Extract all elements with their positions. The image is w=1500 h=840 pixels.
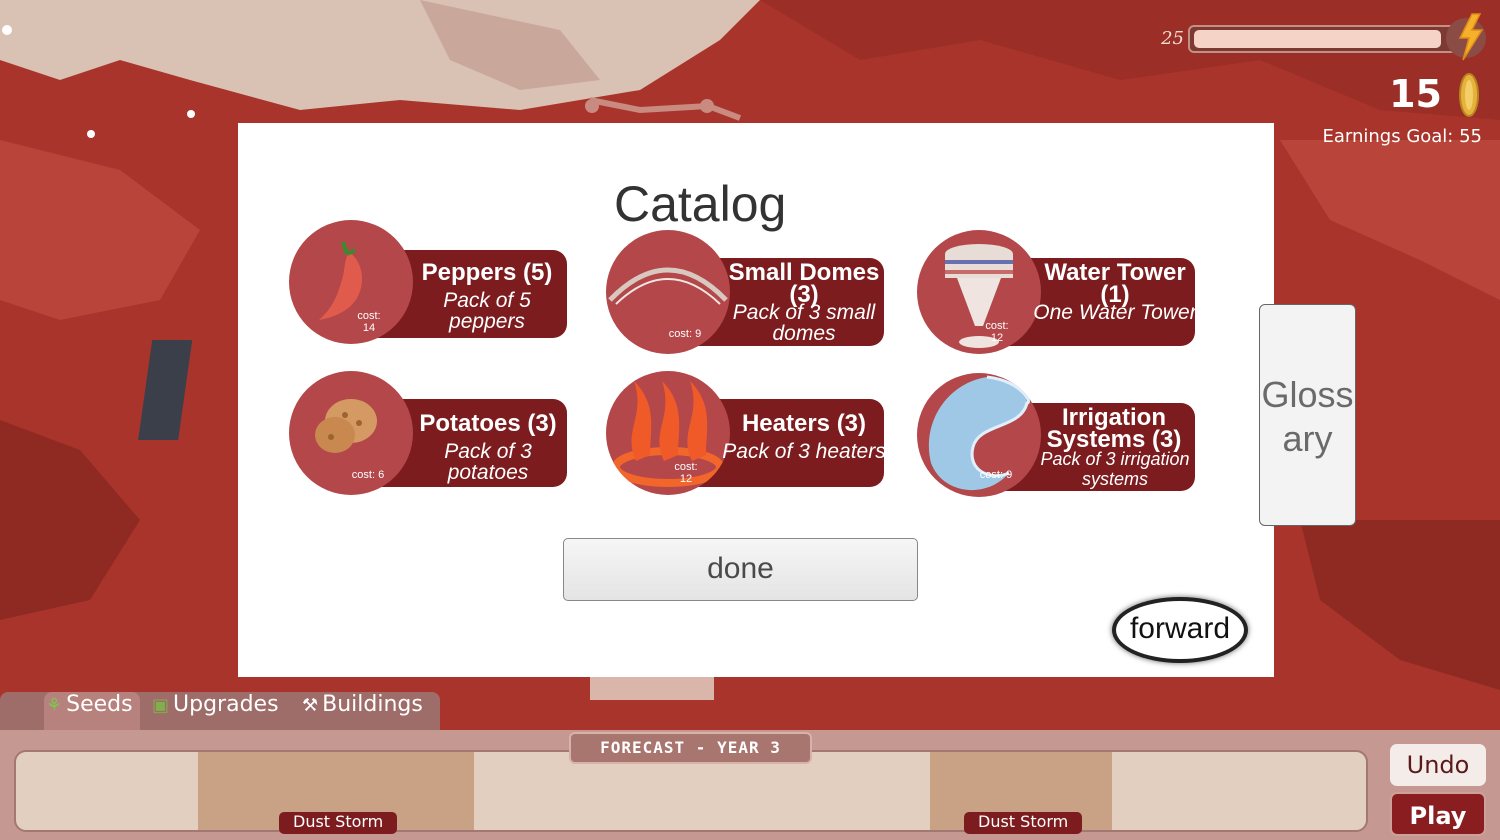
item-name: Peppers (5) <box>421 259 553 286</box>
coin-icon <box>1459 73 1479 117</box>
catalog-item-small-domes[interactable]: cost: 9 Small Domes (3) Pack of 3 small … <box>606 230 896 354</box>
item-description: Pack of 3 small domes <box>732 301 876 345</box>
lightning-icon <box>1446 13 1486 61</box>
energy-bar <box>1188 25 1468 53</box>
item-description: Pack of 5 peppers <box>443 289 531 333</box>
item-description: Pack of 3 irrigation systems <box>1040 449 1190 489</box>
hammer-pick-icon: ⚒ <box>302 695 319 716</box>
item-name: Irrigation Systems (3) <box>1046 404 1182 453</box>
done-button[interactable]: done <box>563 538 918 601</box>
item-name: Heaters (3) <box>741 410 867 437</box>
catalog-item-peppers[interactable]: cost: 14 Peppers (5) Pack of 5 peppers <box>289 220 579 344</box>
item-circle: cost: 6 <box>289 371 413 495</box>
forward-button[interactable]: forward <box>1112 597 1248 663</box>
catalog-item-potatoes[interactable]: cost: 6 Potatoes (3) Pack of 3 potatoes <box>289 371 579 495</box>
item-cost: cost: 9 <box>668 328 702 340</box>
item-name: Potatoes (3) <box>419 410 557 437</box>
item-cost: cost: 9 <box>979 469 1013 481</box>
item-cost: cost: 12 <box>985 320 1009 344</box>
forecast-label: FORECAST - YEAR 3 <box>569 732 812 764</box>
item-cost: cost: 6 <box>351 469 385 481</box>
item-description: One Water Tower <box>1033 301 1197 324</box>
item-description: Pack of 3 heaters <box>722 440 886 463</box>
tab-upgrades[interactable]: ▣ Upgrades <box>152 692 288 730</box>
tab-label: Seeds <box>66 692 133 717</box>
play-button[interactable]: Play <box>1390 792 1486 836</box>
sprout-icon: ⚘ <box>46 695 63 716</box>
coin-count: 15 <box>1389 72 1442 116</box>
earnings-goal: Earnings Goal: 55 <box>1322 126 1482 147</box>
undo-button[interactable]: Undo <box>1390 744 1486 786</box>
glossary-button[interactable]: Gloss ary <box>1259 304 1356 526</box>
item-circle: cost: 9 <box>606 230 730 354</box>
catalog-item-water-tower[interactable]: cost: 12 Water Tower (1) One Water Tower <box>917 230 1207 354</box>
item-name: Small Domes (3) <box>728 259 880 308</box>
item-circle: cost: 12 <box>917 230 1041 354</box>
item-circle: cost: 9 <box>917 373 1041 497</box>
catalog-item-heaters[interactable]: cost: 12 Heaters (3) Pack of 3 heaters <box>606 371 896 495</box>
item-cost: cost: 14 <box>357 310 381 334</box>
energy-value: 25 <box>1161 28 1184 49</box>
upgrade-box-icon: ▣ <box>152 695 170 716</box>
dust-storm-label: Dust Storm <box>279 812 398 834</box>
item-cost: cost: 12 <box>674 461 698 485</box>
item-circle: cost: 12 <box>606 371 730 495</box>
catalog-item-irrigation-systems[interactable]: cost: 9 Irrigation Systems (3) Pack of 3… <box>917 373 1207 497</box>
tab-seeds[interactable]: ⚘ Seeds <box>44 692 140 730</box>
catalog-title: Catalog <box>614 176 787 232</box>
tab-label: Buildings <box>322 692 423 717</box>
tab-label: Upgrades <box>173 692 279 717</box>
item-name: Water Tower (1) <box>1044 259 1186 308</box>
inventory-tabs: ⚘ Seeds ▣ Upgrades ⚒ Buildings <box>0 692 440 730</box>
catalog-modal: Catalog cost: 14 Peppers (5) Pack of 5 p… <box>238 123 1274 677</box>
tab-buildings[interactable]: ⚒ Buildings <box>302 692 438 730</box>
item-circle: cost: 14 <box>289 220 413 344</box>
dust-storm-label: Dust Storm <box>964 812 1083 834</box>
item-description: Pack of 3 potatoes <box>444 440 532 484</box>
energy-bar-fill <box>1194 30 1441 48</box>
